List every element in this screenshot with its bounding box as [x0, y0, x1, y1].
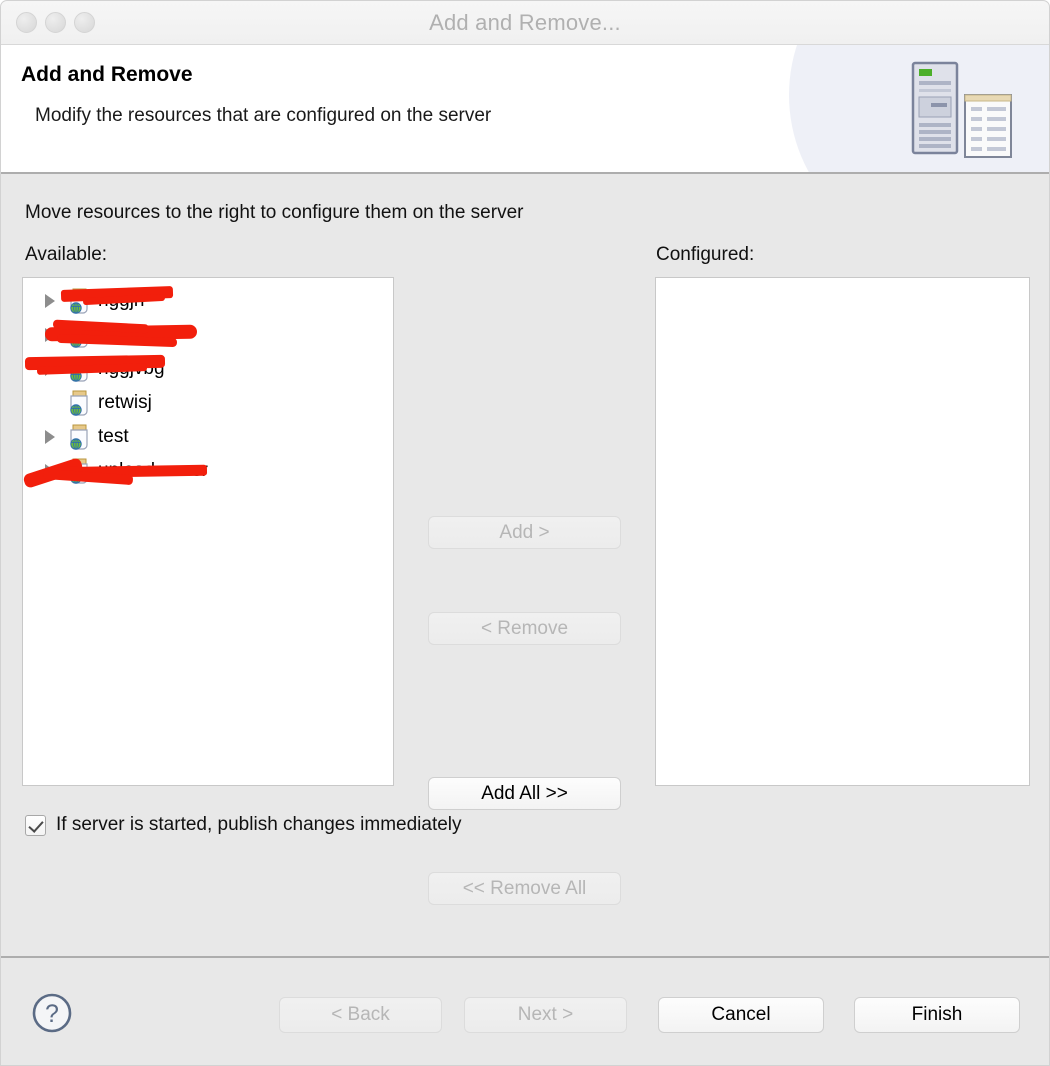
available-label: Available: [25, 244, 108, 265]
instruction-text: Move resources to the right to configure… [25, 202, 524, 223]
jar-module-icon [70, 322, 88, 348]
jar-module-icon [67, 424, 91, 450]
configured-label: Configured: [656, 244, 755, 265]
jar-module-icon [67, 356, 91, 382]
window-title: Add and Remove... [429, 9, 621, 35]
remove-button[interactable]: < Remove [428, 612, 621, 645]
tree-item-label: test [98, 426, 129, 447]
jar-module-icon [67, 390, 91, 416]
jar-module-icon [67, 458, 91, 484]
publish-immediately-row[interactable]: If server is started, publish changes im… [25, 814, 462, 836]
tree-item-label: jsguri.wb [98, 324, 173, 345]
tree-item[interactable]: nggjvbg [23, 352, 393, 386]
page-subtitle: Modify the resources that are configured… [35, 105, 492, 126]
server-and-document-icon [911, 61, 1012, 158]
expand-arrow-icon[interactable] [41, 284, 59, 318]
expand-arrow-icon[interactable] [41, 420, 59, 454]
available-tree[interactable]: nggjh jsguri.wb nggjvbg retwisj test uploadse… [23, 278, 393, 489]
minimize-button[interactable] [45, 12, 66, 33]
tree-item-label: uploadserver [98, 460, 208, 481]
expand-arrow-icon[interactable] [41, 318, 59, 352]
configured-list[interactable] [655, 277, 1030, 786]
configured-tree[interactable] [656, 278, 1029, 284]
tree-item[interactable]: jsguri.wb [23, 318, 393, 352]
dialog-window: Add and Remove... Add and Remove Modify … [0, 0, 1050, 1066]
remove-all-button[interactable]: << Remove All [428, 872, 621, 905]
next-button[interactable]: Next > [464, 997, 627, 1033]
tree-item-label: nggjh [98, 290, 145, 311]
title-bar: Add and Remove... [1, 1, 1049, 45]
dialog-body: Move resources to the right to configure… [1, 174, 1049, 958]
tree-item[interactable]: retwisj [23, 386, 393, 420]
expand-arrow-icon[interactable] [41, 454, 59, 488]
tree-item[interactable]: test [23, 420, 393, 454]
jar-module-icon [70, 288, 88, 314]
available-list[interactable]: nggjh jsguri.wb nggjvbg retwisj test uploadse… [22, 277, 394, 786]
finish-button[interactable]: Finish [854, 997, 1020, 1033]
close-button[interactable] [16, 12, 37, 33]
expand-arrow-icon[interactable] [41, 352, 59, 386]
tree-item-label: retwisj [98, 392, 152, 413]
add-all-button[interactable]: Add All >> [428, 777, 621, 810]
cancel-button[interactable]: Cancel [658, 997, 824, 1033]
tree-item[interactable]: nggjh [23, 284, 393, 318]
publish-immediately-label: If server is started, publish changes im… [56, 814, 462, 835]
back-button[interactable]: < Back [279, 997, 442, 1033]
zoom-button[interactable] [74, 12, 95, 33]
jar-module-icon [70, 390, 88, 416]
wizard-banner: Add and Remove Modify the resources that… [1, 45, 1049, 174]
page-title: Add and Remove [21, 63, 193, 86]
publish-immediately-checkbox[interactable] [25, 814, 46, 836]
jar-module-icon [70, 458, 88, 484]
jar-module-icon [70, 356, 88, 382]
help-icon[interactable]: ? [31, 992, 73, 1034]
tree-item[interactable]: uploadserver [23, 454, 393, 489]
jar-module-icon [70, 424, 88, 450]
jar-module-icon [67, 288, 91, 314]
jar-module-icon [67, 322, 91, 348]
tree-item-label: nggjvbg [98, 358, 165, 379]
window-controls [16, 1, 95, 44]
add-button[interactable]: Add > [428, 516, 621, 549]
svg-text:?: ? [45, 1000, 59, 1028]
